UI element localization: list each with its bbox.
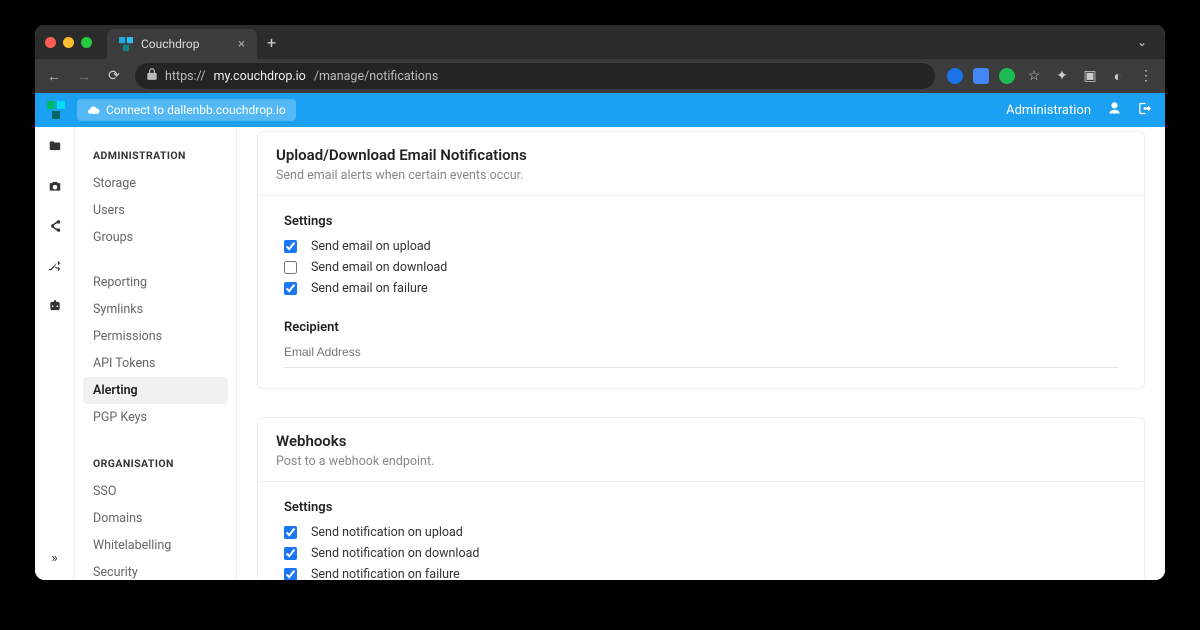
- connect-label: Connect to dallenbb.couchdrop.io: [106, 103, 286, 117]
- sidebar-item-whitelabelling[interactable]: Whitelabelling: [75, 532, 236, 559]
- url-scheme: https://: [165, 69, 206, 84]
- sidebar-item-security[interactable]: Security: [75, 559, 236, 580]
- logout-icon[interactable]: [1138, 101, 1153, 120]
- recipient-heading: Recipient: [284, 320, 1118, 335]
- tab-close-icon[interactable]: ×: [238, 37, 245, 52]
- new-tab-button[interactable]: +: [267, 33, 276, 52]
- sidebar-item-alerting[interactable]: Alerting: [83, 377, 228, 404]
- robot-icon[interactable]: [48, 299, 62, 317]
- extension-icons: ☆ ✦ ▣ ◐ ⋮: [947, 68, 1155, 85]
- app-logo-icon[interactable]: [47, 101, 65, 119]
- app-body: » ADMINISTRATION StorageUsersGroups Repo…: [35, 127, 1165, 580]
- webhook-option-label: Send notification on failure: [311, 567, 460, 580]
- browser-tab[interactable]: Couchdrop ×: [107, 29, 257, 59]
- webhook-option-label: Send notification on download: [311, 546, 479, 561]
- tab-bar: Couchdrop × + ⌄: [35, 25, 1165, 59]
- settings-heading: Settings: [284, 500, 1118, 515]
- webhook-option-row: Send notification on download: [284, 546, 1118, 561]
- sidebar: ADMINISTRATION StorageUsersGroups Report…: [75, 127, 237, 580]
- webhook-option-label: Send notification on upload: [311, 525, 463, 540]
- bookmark-icon[interactable]: ☆: [1025, 68, 1043, 84]
- url-path: /manage/notifications: [314, 69, 438, 84]
- email-notifications-card: Upload/Download Email Notifications Send…: [257, 131, 1145, 389]
- webhook-option-checkbox[interactable]: [284, 547, 297, 560]
- sidebar-item-pgp-keys[interactable]: PGP Keys: [75, 404, 236, 431]
- extension-icon[interactable]: [999, 68, 1015, 84]
- reload-button[interactable]: ⟳: [105, 68, 123, 84]
- window-controls: [45, 37, 92, 48]
- webhooks-card: Webhooks Post to a webhook endpoint. Set…: [257, 417, 1145, 580]
- sidebar-item-domains[interactable]: Domains: [75, 505, 236, 532]
- favicon-icon: [119, 37, 133, 51]
- expand-rail-icon[interactable]: »: [51, 551, 57, 566]
- email-option-checkbox[interactable]: [284, 282, 297, 295]
- url-input[interactable]: https:// my.couchdrop.io/manage/notificat…: [135, 63, 935, 89]
- back-button[interactable]: ←: [45, 68, 63, 85]
- sidebar-item-sso[interactable]: SSO: [75, 478, 236, 505]
- card-title: Upload/Download Email Notifications: [276, 146, 1126, 164]
- email-option-label: Send email on download: [311, 260, 447, 275]
- sidebar-item-users[interactable]: Users: [75, 197, 236, 224]
- maximize-window-icon[interactable]: [81, 37, 92, 48]
- card-subtitle: Send email alerts when certain events oc…: [276, 168, 1126, 183]
- forward-button[interactable]: →: [75, 68, 93, 85]
- folder-icon[interactable]: [48, 139, 62, 157]
- connect-button[interactable]: Connect to dallenbb.couchdrop.io: [77, 99, 296, 121]
- main-content: Upload/Download Email Notifications Send…: [237, 127, 1165, 580]
- camera-icon[interactable]: [48, 179, 62, 197]
- card-title: Webhooks: [276, 432, 1126, 450]
- email-option-checkbox[interactable]: [284, 240, 297, 253]
- card-subtitle: Post to a webhook endpoint.: [276, 454, 1126, 469]
- webhook-option-row: Send notification on upload: [284, 525, 1118, 540]
- email-option-row: Send email on upload: [284, 239, 1118, 254]
- webhook-option-checkbox[interactable]: [284, 526, 297, 539]
- extension-icon[interactable]: [973, 68, 989, 84]
- sidebar-item-symlinks[interactable]: Symlinks: [75, 296, 236, 323]
- webhook-option-checkbox[interactable]: [284, 568, 297, 580]
- extension-icon[interactable]: [947, 68, 963, 84]
- administration-link[interactable]: Administration: [1006, 103, 1091, 118]
- email-option-label: Send email on failure: [311, 281, 428, 296]
- minimize-window-icon[interactable]: [63, 37, 74, 48]
- menu-icon[interactable]: ⋮: [1137, 68, 1155, 84]
- close-window-icon[interactable]: [45, 37, 56, 48]
- extensions-puzzle-icon[interactable]: ✦: [1053, 68, 1071, 84]
- webhook-option-row: Send notification on failure: [284, 567, 1118, 580]
- tab-title: Couchdrop: [141, 37, 199, 51]
- sidebar-item-reporting[interactable]: Reporting: [75, 269, 236, 296]
- shuffle-icon[interactable]: [48, 259, 62, 277]
- email-option-label: Send email on upload: [311, 239, 431, 254]
- url-host: my.couchdrop.io: [214, 69, 306, 84]
- sidebar-item-groups[interactable]: Groups: [75, 224, 236, 251]
- app-topbar: Connect to dallenbb.couchdrop.io Adminis…: [35, 93, 1165, 127]
- address-bar: ← → ⟳ https:// my.couchdrop.io/manage/not…: [35, 59, 1165, 93]
- lock-icon: [145, 67, 157, 85]
- email-option-checkbox[interactable]: [284, 261, 297, 274]
- share-icon[interactable]: [48, 219, 62, 237]
- icon-rail: »: [35, 127, 75, 580]
- email-option-row: Send email on download: [284, 260, 1118, 275]
- panel-icon[interactable]: ▣: [1081, 68, 1099, 84]
- sidebar-item-storage[interactable]: Storage: [75, 170, 236, 197]
- sidebar-item-permissions[interactable]: Permissions: [75, 323, 236, 350]
- sidebar-item-api-tokens[interactable]: API Tokens: [75, 350, 236, 377]
- sidebar-section-org: ORGANISATION: [75, 449, 236, 478]
- email-option-row: Send email on failure: [284, 281, 1118, 296]
- sidebar-section-admin: ADMINISTRATION: [75, 141, 236, 170]
- tabs-dropdown-icon[interactable]: ⌄: [1137, 35, 1155, 49]
- browser-window: Couchdrop × + ⌄ ← → ⟳ https:// my.couchdr…: [35, 25, 1165, 580]
- recipient-input[interactable]: [284, 341, 1118, 368]
- user-icon[interactable]: [1107, 101, 1122, 120]
- profile-icon[interactable]: ◐: [1109, 68, 1127, 85]
- settings-heading: Settings: [284, 214, 1118, 229]
